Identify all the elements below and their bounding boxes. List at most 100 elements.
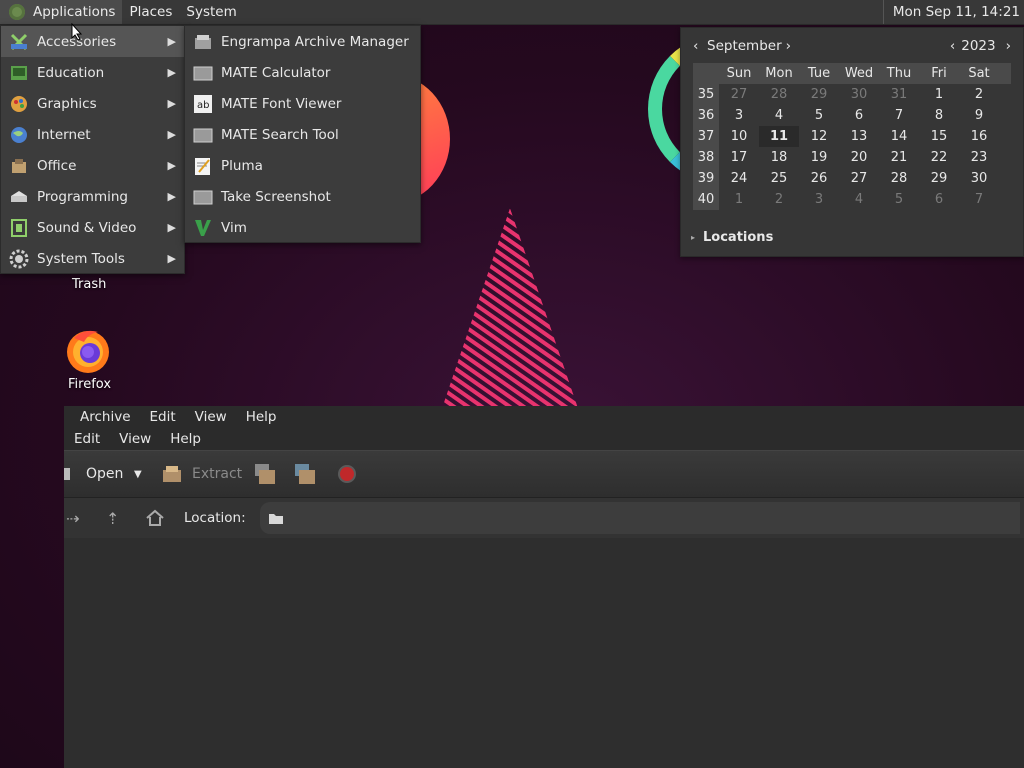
calendar-day[interactable]: 27	[839, 171, 879, 186]
menu-item-calculator[interactable]: MATE Calculator	[185, 57, 420, 88]
calendar-day[interactable]: 17	[719, 150, 759, 165]
internet-icon	[9, 125, 29, 145]
new-archive-icon[interactable]	[64, 468, 70, 480]
places-menu-button[interactable]: Places	[122, 0, 179, 24]
calendar-day[interactable]: 5	[799, 108, 839, 123]
menu-item-engrampa[interactable]: Engrampa Archive Manager	[185, 26, 420, 57]
calendar-day[interactable]: 20	[839, 150, 879, 165]
add-files-icon[interactable]	[253, 462, 277, 486]
top-panel: Applications Places System Mon Sep 11, 1…	[0, 0, 1024, 25]
submenu-arrow-icon: ▶	[167, 252, 176, 265]
menu-item-sound-video[interactable]: Sound & Video ▶	[1, 212, 184, 243]
menu-archive[interactable]: Archive	[70, 409, 131, 425]
clock-button[interactable]: Mon Sep 11, 14:21	[882, 0, 1024, 24]
menu-help[interactable]: Help	[160, 431, 201, 447]
menu-item-label: Internet	[37, 126, 91, 143]
applications-menu-button[interactable]: Applications	[0, 0, 123, 24]
prev-month-button[interactable]: ‹	[693, 38, 705, 54]
menu-view[interactable]: View	[109, 431, 151, 447]
calendar-day[interactable]: 4	[759, 108, 799, 123]
menu-item-take-screenshot[interactable]: Take Screenshot	[185, 181, 420, 212]
menu-edit-back[interactable]: Edit	[140, 409, 176, 425]
add-folder-icon[interactable]	[293, 462, 317, 486]
calendar-week-row: 39 24 25 26 27 28 29 30	[693, 168, 1011, 189]
calendar-grid: Sun Mon Tue Wed Thu Fri Sat 35 27 28 29 30 31…	[693, 63, 1011, 210]
weekday-label: Fri	[931, 66, 947, 81]
up-icon[interactable]: ⇡	[106, 509, 119, 528]
menu-item-education[interactable]: Education ▶	[1, 57, 184, 88]
calendar-day[interactable]: 30	[839, 87, 879, 102]
week-number: 35	[693, 84, 719, 105]
calendar-day[interactable]: 4	[839, 192, 879, 207]
system-menu-button[interactable]: System	[179, 0, 243, 24]
calendar-day[interactable]: 9	[959, 108, 999, 123]
calendar-day[interactable]: 2	[759, 192, 799, 207]
calendar-day[interactable]: 10	[719, 129, 759, 144]
calendar-day[interactable]: 12	[799, 129, 839, 144]
home-icon[interactable]	[145, 509, 165, 527]
calendar-day[interactable]: 16	[959, 129, 999, 144]
menu-item-graphics[interactable]: Graphics ▶	[1, 88, 184, 119]
calendar-day[interactable]: 28	[759, 87, 799, 102]
calendar-day[interactable]: 2	[959, 87, 999, 102]
calendar-day[interactable]: 6	[919, 192, 959, 207]
menu-item-system-tools[interactable]: System Tools ▶	[1, 243, 184, 274]
next-month-button[interactable]: ›	[786, 38, 791, 54]
menu-item-vim[interactable]: Vim	[185, 212, 420, 243]
open-button[interactable]: Open	[86, 466, 123, 482]
menu-item-pluma[interactable]: Pluma	[185, 150, 420, 181]
menu-item-office[interactable]: Office ▶	[1, 150, 184, 181]
calendar-day[interactable]: 7	[879, 108, 919, 123]
menu-item-search-tool[interactable]: MATE Search Tool	[185, 119, 420, 150]
open-dropdown-arrow-icon[interactable]: ▼	[134, 469, 142, 480]
calendar-day[interactable]: 14	[879, 129, 919, 144]
menu-item-accessories[interactable]: Accessories ▶	[1, 26, 184, 57]
calendar-day[interactable]: 28	[879, 171, 919, 186]
calendar-day[interactable]: 5	[879, 192, 919, 207]
calendar-day[interactable]: 30	[959, 171, 999, 186]
calendar-day[interactable]: 29	[919, 171, 959, 186]
calendar-day[interactable]: 27	[719, 87, 759, 102]
calendar-day[interactable]: 13	[839, 129, 879, 144]
extract-button[interactable]: Extract	[162, 465, 242, 483]
calendar-day[interactable]: 22	[919, 150, 959, 165]
calendar-day[interactable]: 3	[799, 192, 839, 207]
menu-item-internet[interactable]: Internet ▶	[1, 119, 184, 150]
calendar-day[interactable]: 6	[839, 108, 879, 123]
calendar-day[interactable]: 18	[759, 150, 799, 165]
calendar-day[interactable]: 1	[919, 87, 959, 102]
stop-icon[interactable]	[336, 463, 358, 485]
menubar: Edit View Help	[64, 428, 1024, 450]
firefox-desktop-icon[interactable]: Firefox	[58, 324, 118, 396]
location-field[interactable]	[260, 502, 1020, 534]
prev-year-button[interactable]: ‹	[950, 38, 955, 54]
submenu-arrow-icon: ▶	[167, 97, 176, 110]
system-tools-icon	[9, 249, 29, 269]
menu-item-font-viewer[interactable]: ab MATE Font Viewer	[185, 88, 420, 119]
forward-icon[interactable]: ⇢	[66, 509, 79, 528]
office-icon	[9, 156, 29, 176]
menu-edit[interactable]: Edit	[64, 431, 100, 447]
calendar-day[interactable]: 19	[799, 150, 839, 165]
calendar-day[interactable]: 7	[959, 192, 999, 207]
calendar-day[interactable]: 8	[919, 108, 959, 123]
calendar-day[interactable]: 25	[759, 171, 799, 186]
calendar-day[interactable]: 31	[879, 87, 919, 102]
file-list-area[interactable]	[64, 541, 1024, 768]
calendar-day[interactable]: 26	[799, 171, 839, 186]
menu-view-back[interactable]: View	[185, 409, 227, 425]
calendar-day[interactable]: 23	[959, 150, 999, 165]
calendar-day[interactable]: 29	[799, 87, 839, 102]
calendar-day[interactable]: 3	[719, 108, 759, 123]
menu-item-programming[interactable]: Programming ▶	[1, 181, 184, 212]
calendar-day[interactable]: 15	[919, 129, 959, 144]
calendar-day-today[interactable]: 11	[759, 126, 799, 147]
calendar-day[interactable]: 21	[879, 150, 919, 165]
locations-expander[interactable]: ▸ Locations	[691, 230, 773, 245]
calendar-day[interactable]: 24	[719, 171, 759, 186]
next-year-button[interactable]: ›	[1006, 38, 1011, 54]
menu-item-label: Programming	[37, 188, 128, 205]
menu-item-label: MATE Calculator	[221, 64, 331, 81]
menu-help-back[interactable]: Help	[236, 409, 277, 425]
calendar-day[interactable]: 1	[719, 192, 759, 207]
